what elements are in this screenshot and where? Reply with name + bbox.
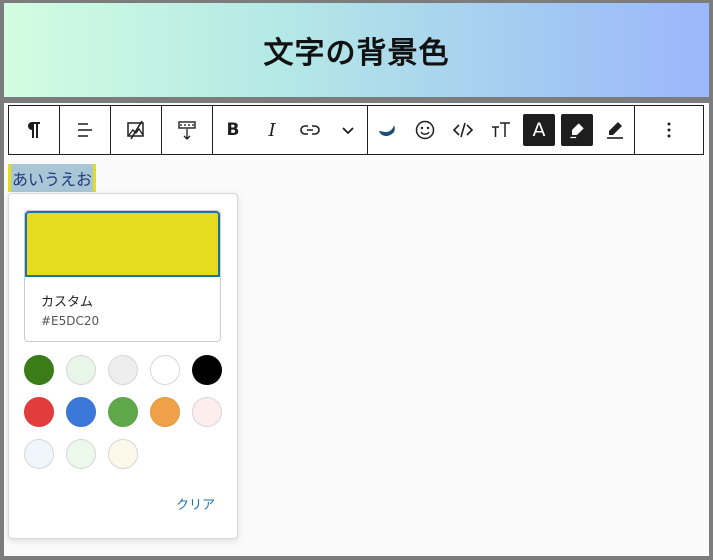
code-button[interactable] xyxy=(444,106,482,154)
custom-color-card[interactable]: カスタム #E5DC20 xyxy=(24,210,221,342)
block-toolbar: B I A xyxy=(8,105,704,155)
align-button[interactable] xyxy=(60,106,110,154)
custom-color-preview[interactable] xyxy=(25,211,220,277)
swoosh-icon xyxy=(379,125,395,137)
custom-color-hex: #E5DC20 xyxy=(41,314,100,328)
spacing-button[interactable] xyxy=(162,106,212,154)
color-swatch[interactable] xyxy=(150,355,180,385)
toolbar-group-extras: A xyxy=(368,106,635,154)
chevron-down-icon xyxy=(342,127,354,135)
pen-icon xyxy=(607,122,623,139)
pen-button[interactable] xyxy=(596,106,634,154)
paragraph-block-button[interactable] xyxy=(9,106,59,154)
italic-button[interactable]: I xyxy=(253,106,291,154)
toolbar-group-options xyxy=(635,106,703,154)
emoji-button[interactable] xyxy=(406,106,444,154)
vertical-dots-icon xyxy=(667,122,671,138)
title-banner: 文字の背景色 xyxy=(4,3,709,97)
highlighter-icon xyxy=(561,114,593,146)
clear-button[interactable]: クリア xyxy=(176,494,215,513)
custom-color-name: カスタム xyxy=(41,295,94,310)
toolbar-group-align xyxy=(60,106,111,154)
color-swatch[interactable] xyxy=(66,397,96,427)
toolbar-group-format: B I xyxy=(213,106,368,154)
screenshot-frame: 文字の背景色 B I A あいうえお カスタム #E5DC20 クリア xyxy=(4,3,709,556)
highlight-button[interactable] xyxy=(558,106,596,154)
color-swatch[interactable] xyxy=(108,439,138,469)
font-size-button[interactable] xyxy=(482,106,520,154)
color-swatch[interactable] xyxy=(108,397,138,427)
link-icon xyxy=(300,125,320,135)
bold-button[interactable]: B xyxy=(213,106,253,154)
color-swatch[interactable] xyxy=(192,397,222,427)
image-slash-icon xyxy=(127,120,144,140)
page-title: 文字の背景色 xyxy=(263,36,450,71)
color-swatch[interactable] xyxy=(24,439,54,469)
more-format-button[interactable] xyxy=(329,106,367,154)
color-picker-popover: カスタム #E5DC20 クリア xyxy=(8,193,238,539)
highlighted-paragraph[interactable]: あいうえお xyxy=(8,164,97,192)
toolbar-group-spacing xyxy=(162,106,213,154)
image-toggle-button[interactable] xyxy=(111,106,161,154)
color-swatch[interactable] xyxy=(66,355,96,385)
smiley-icon xyxy=(415,120,435,140)
divider xyxy=(4,97,709,103)
selected-text[interactable]: あいうえお xyxy=(11,164,94,192)
text-size-icon xyxy=(492,122,510,137)
color-swatch[interactable] xyxy=(108,355,138,385)
toolbar-group-block xyxy=(9,106,60,154)
color-swatch[interactable] xyxy=(192,355,222,385)
text-color-icon: A xyxy=(523,114,555,146)
link-button[interactable] xyxy=(291,106,329,154)
align-left-icon xyxy=(78,123,92,137)
marker-button[interactable] xyxy=(368,106,406,154)
color-swatch[interactable] xyxy=(24,397,54,427)
toolbar-group-image xyxy=(111,106,162,154)
color-swatch[interactable] xyxy=(66,439,96,469)
vertical-spacing-icon xyxy=(178,121,196,140)
options-button[interactable] xyxy=(650,106,688,154)
text-color-button[interactable]: A xyxy=(520,106,558,154)
code-icon xyxy=(452,122,474,138)
pilcrow-icon xyxy=(28,122,40,138)
color-swatch[interactable] xyxy=(150,397,180,427)
color-swatch[interactable] xyxy=(24,355,54,385)
